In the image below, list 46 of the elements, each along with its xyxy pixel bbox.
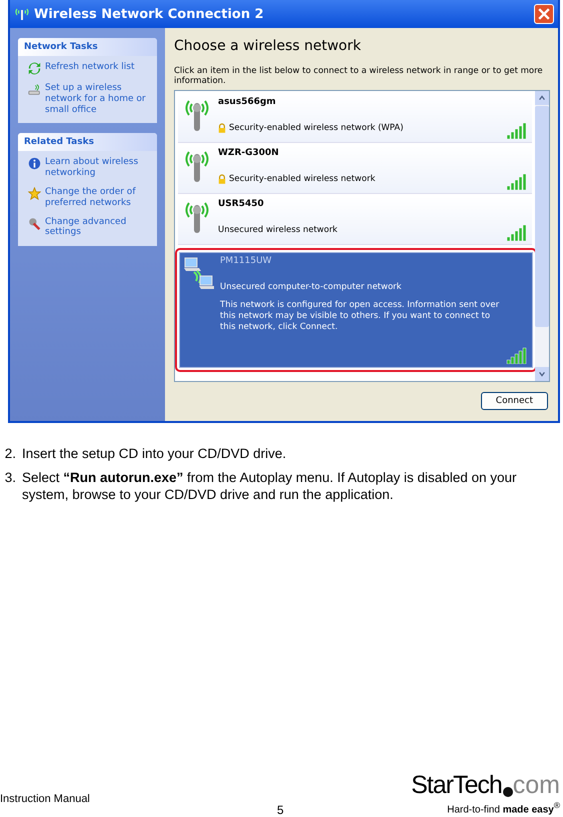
refresh-icon — [28, 62, 41, 75]
star-icon — [28, 186, 41, 200]
tagline: Hard-to-find made easy$^{®}$ — [447, 800, 560, 815]
task-link[interactable]: Set up a wireless network for a home or small office — [45, 83, 153, 116]
info-icon — [28, 157, 41, 170]
network-item[interactable]: asus566gm Security-enabled wireless network (WPA) — [178, 94, 532, 144]
panel-title: Related Tasks — [18, 133, 157, 152]
network-name: PM1115UW — [220, 256, 273, 268]
signal-icon — [506, 346, 528, 364]
scrollbar[interactable] — [535, 91, 549, 382]
network-status: Unsecured wireless network — [218, 225, 338, 236]
dialog-heading: Choose a wireless network — [174, 38, 362, 54]
step-text: Select “Run autorun.exe” from the Autoplay menu. If Autoplay is disabled on your system, browse to your CD/DVD drive and run the application. — [22, 468, 518, 504]
dot-icon — [502, 786, 513, 797]
task-link[interactable]: Change advanced settings — [45, 216, 153, 238]
network-details: This network is configured for open access. Information sent over this network may be visible to others. If you want to connect to this network, click Connect. — [220, 300, 500, 334]
signal-icon — [506, 172, 528, 190]
task-link[interactable]: Learn about wireless networking — [45, 157, 153, 179]
brand-suffix: com — [512, 770, 560, 800]
step-number: 3. — [4, 468, 16, 487]
brand-logo: StarTech — [411, 770, 502, 800]
network-name: USR5450 — [218, 199, 265, 212]
close-button[interactable] — [534, 4, 554, 24]
signal-icon — [506, 223, 528, 242]
network-status: Security-enabled wireless network (WPA) — [229, 123, 404, 134]
scroll-up-icon[interactable] — [538, 94, 546, 102]
antenna-icon — [14, 7, 30, 21]
signal-icon — [506, 121, 528, 140]
router-icon — [28, 83, 41, 96]
task-link[interactable]: Refresh network list — [45, 62, 134, 73]
network-name: asus566gm — [218, 97, 277, 110]
panel-title: Network Tasks — [18, 38, 157, 56]
scroll-down-icon[interactable] — [538, 370, 546, 378]
network-status: Unsecured computer-to-computer network — [220, 282, 402, 292]
task-link[interactable]: Change the order of preferred networks — [45, 186, 153, 209]
connect-button[interactable]: Connect — [480, 392, 548, 410]
window-title: Wireless Network Connection 2 — [34, 6, 265, 22]
network-item[interactable]: WZR-G300N Security-enabled wireless network — [178, 145, 532, 194]
network-status: Security-enabled wireless network — [229, 174, 376, 184]
page-number: 5 — [277, 803, 284, 817]
step-number: 2. — [4, 445, 16, 463]
instruction-text: Click an item in the list below to connect to a wireless network in range or to get more information. — [174, 66, 544, 86]
footer-label: Instruction Manual — [0, 793, 90, 805]
step-text: Insert the setup CD into your CD/DVD drive. — [22, 445, 286, 463]
network-item[interactable]: USR5450 Unsecured wireless network — [178, 196, 532, 246]
network-name: WZR-G300N — [218, 148, 280, 160]
